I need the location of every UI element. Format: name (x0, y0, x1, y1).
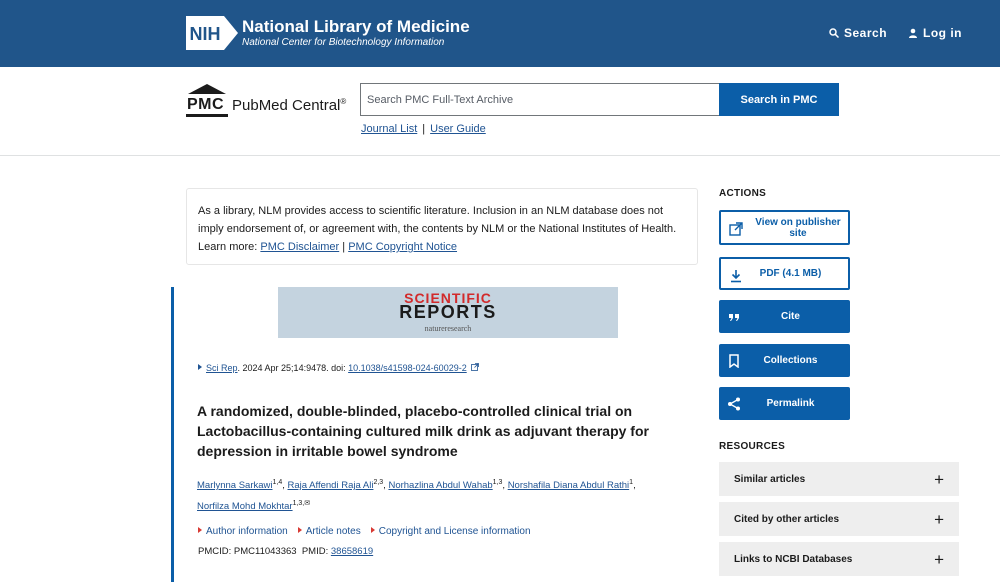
permalink-button[interactable]: Permalink (719, 387, 850, 420)
expand-triangle-icon (198, 364, 202, 370)
resources-heading: RESOURCES (719, 441, 786, 452)
citation-details: . 2024 Apr 25;14:9478. doi: (237, 363, 349, 373)
author-link[interactable]: Raja Affendi Raja Ali (288, 480, 374, 491)
registered-mark: ® (340, 97, 347, 106)
pmc-search-placeholder: Search PMC Full-Text Archive (367, 93, 514, 106)
journal-link[interactable]: Sci Rep (206, 363, 238, 373)
article-info-links: Author information Article notes Copyrig… (198, 526, 531, 537)
journal-banner-line3: natureresearch (424, 324, 472, 333)
pmc-disclaimer-link[interactable]: PMC Disclaimer (260, 241, 339, 253)
external-link-icon (729, 222, 743, 236)
login-label: Log in (923, 26, 962, 40)
cite-button[interactable]: Cite (719, 300, 850, 333)
plus-icon: + (934, 549, 944, 569)
nih-logo[interactable]: NIH (186, 16, 238, 50)
nlm-title[interactable]: National Library of Medicine (242, 17, 470, 37)
author-affiliation[interactable]: 1 (629, 479, 633, 486)
search-icon (829, 28, 839, 38)
pmc-logo-mark: PMC (186, 83, 228, 117)
pmid-link[interactable]: 38658619 (331, 546, 373, 557)
pdf-download-button[interactable]: PDF (4.1 MB) (719, 257, 850, 290)
pmid-label: PMID: (301, 546, 329, 557)
author-link[interactable]: Norfilza Mohd Mokhtar (197, 501, 293, 512)
actions-heading: ACTIONS (719, 188, 767, 199)
view-publisher-button[interactable]: View on publisher site (719, 210, 850, 245)
plus-icon: + (934, 509, 944, 529)
author-link[interactable]: Marlynna Sarkawi (197, 480, 273, 491)
pmc-header: PMC PubMed Central® Search PMC Full-Text… (0, 67, 1000, 156)
copyright-license-link[interactable]: Copyright and License information (370, 526, 531, 537)
pmc-logo[interactable]: PMC PubMed Central® (186, 83, 346, 117)
similar-articles-label: Similar articles (734, 473, 806, 485)
header-search-button[interactable]: Search (829, 26, 887, 40)
learn-more-label: Learn more: (198, 241, 258, 253)
journal-list-link[interactable]: Journal List (361, 123, 417, 135)
pmc-logo-letters: PMC (187, 96, 225, 113)
pmc-copyright-link[interactable]: PMC Copyright Notice (348, 241, 457, 253)
link-separator: | (422, 123, 426, 135)
journal-banner[interactable]: SCIENTIFIC REPORTS natureresearch (278, 287, 618, 338)
cited-by-toggle[interactable]: Cited by other articles + (719, 502, 959, 536)
pmc-search-button[interactable]: Search in PMC (719, 83, 839, 116)
disclaimer-text: As a library, NLM provides access to sci… (198, 205, 677, 235)
author-affiliation[interactable]: 1,3,✉ (293, 500, 311, 507)
pmc-name: PubMed Central® (232, 97, 346, 114)
expand-triangle-icon (198, 527, 202, 533)
author-link[interactable]: Norshafila Diana Abdul Rathi (508, 480, 629, 491)
pmc-name-text: PubMed Central (232, 97, 341, 114)
author-affiliation[interactable]: 1,3 (493, 479, 503, 486)
doi-link[interactable]: 10.1038/s41598-024-60029-2 (348, 363, 467, 373)
disclaimer-box: As a library, NLM provides access to sci… (186, 188, 698, 265)
journal-banner-line2: REPORTS (399, 302, 497, 322)
author-link[interactable]: Norhazlina Abdul Wahab (388, 480, 492, 491)
expand-triangle-icon (297, 527, 302, 533)
view-publisher-label: View on publisher site (755, 216, 841, 239)
pmc-sub-links: Journal List | User Guide (361, 123, 486, 135)
article-ids: PMCID: PMC11043363 PMID: 38658619 (198, 546, 373, 557)
article-notes-link[interactable]: Article notes (297, 526, 361, 537)
cited-by-label: Cited by other articles (734, 513, 840, 525)
download-icon (731, 270, 741, 283)
external-link-icon (471, 363, 480, 371)
ncbi-links-toggle[interactable]: Links to NCBI Databases + (719, 542, 959, 576)
copyright-license-label: Copyright and License information (378, 526, 531, 537)
author-affiliation[interactable]: 2,3 (373, 479, 383, 486)
article-notes-label: Article notes (305, 526, 361, 537)
plus-icon: + (934, 469, 944, 489)
pmc-search-input[interactable]: Search PMC Full-Text Archive (360, 83, 720, 116)
user-guide-link[interactable]: User Guide (430, 123, 486, 135)
nlm-header: NIH National Library of Medicine Nationa… (0, 0, 1000, 67)
user-icon (909, 28, 917, 38)
author-affiliation[interactable]: 1,4 (273, 479, 283, 486)
expand-triangle-icon (370, 527, 375, 533)
share-icon (728, 397, 740, 411)
citation-line: Sci Rep. 2024 Apr 25;14:9478. doi: 10.10… (198, 363, 480, 373)
quote-icon (729, 314, 739, 321)
pmcid: PMCID: PMC11043363 (198, 546, 297, 557)
author-information-label: Author information (206, 526, 288, 537)
similar-articles-toggle[interactable]: Similar articles + (719, 462, 959, 496)
header-search-label: Search (844, 26, 888, 40)
login-button[interactable]: Log in (908, 26, 962, 40)
article-accent-bar (171, 287, 174, 582)
author-information-link[interactable]: Author information (198, 526, 288, 537)
ncbi-links-label: Links to NCBI Databases (734, 553, 853, 565)
article-title: A randomized, double-blinded, placebo-co… (197, 403, 649, 459)
disclaimer-separator: | (342, 241, 346, 253)
nih-logo-text: NIH (190, 24, 221, 44)
author-list: Marlynna Sarkawi1,4, Raja Affendi Raja A… (197, 479, 636, 513)
collections-button[interactable]: Collections (719, 344, 850, 377)
nlm-subtitle: National Center for Biotechnology Inform… (242, 37, 445, 48)
bookmark-icon (729, 354, 739, 368)
